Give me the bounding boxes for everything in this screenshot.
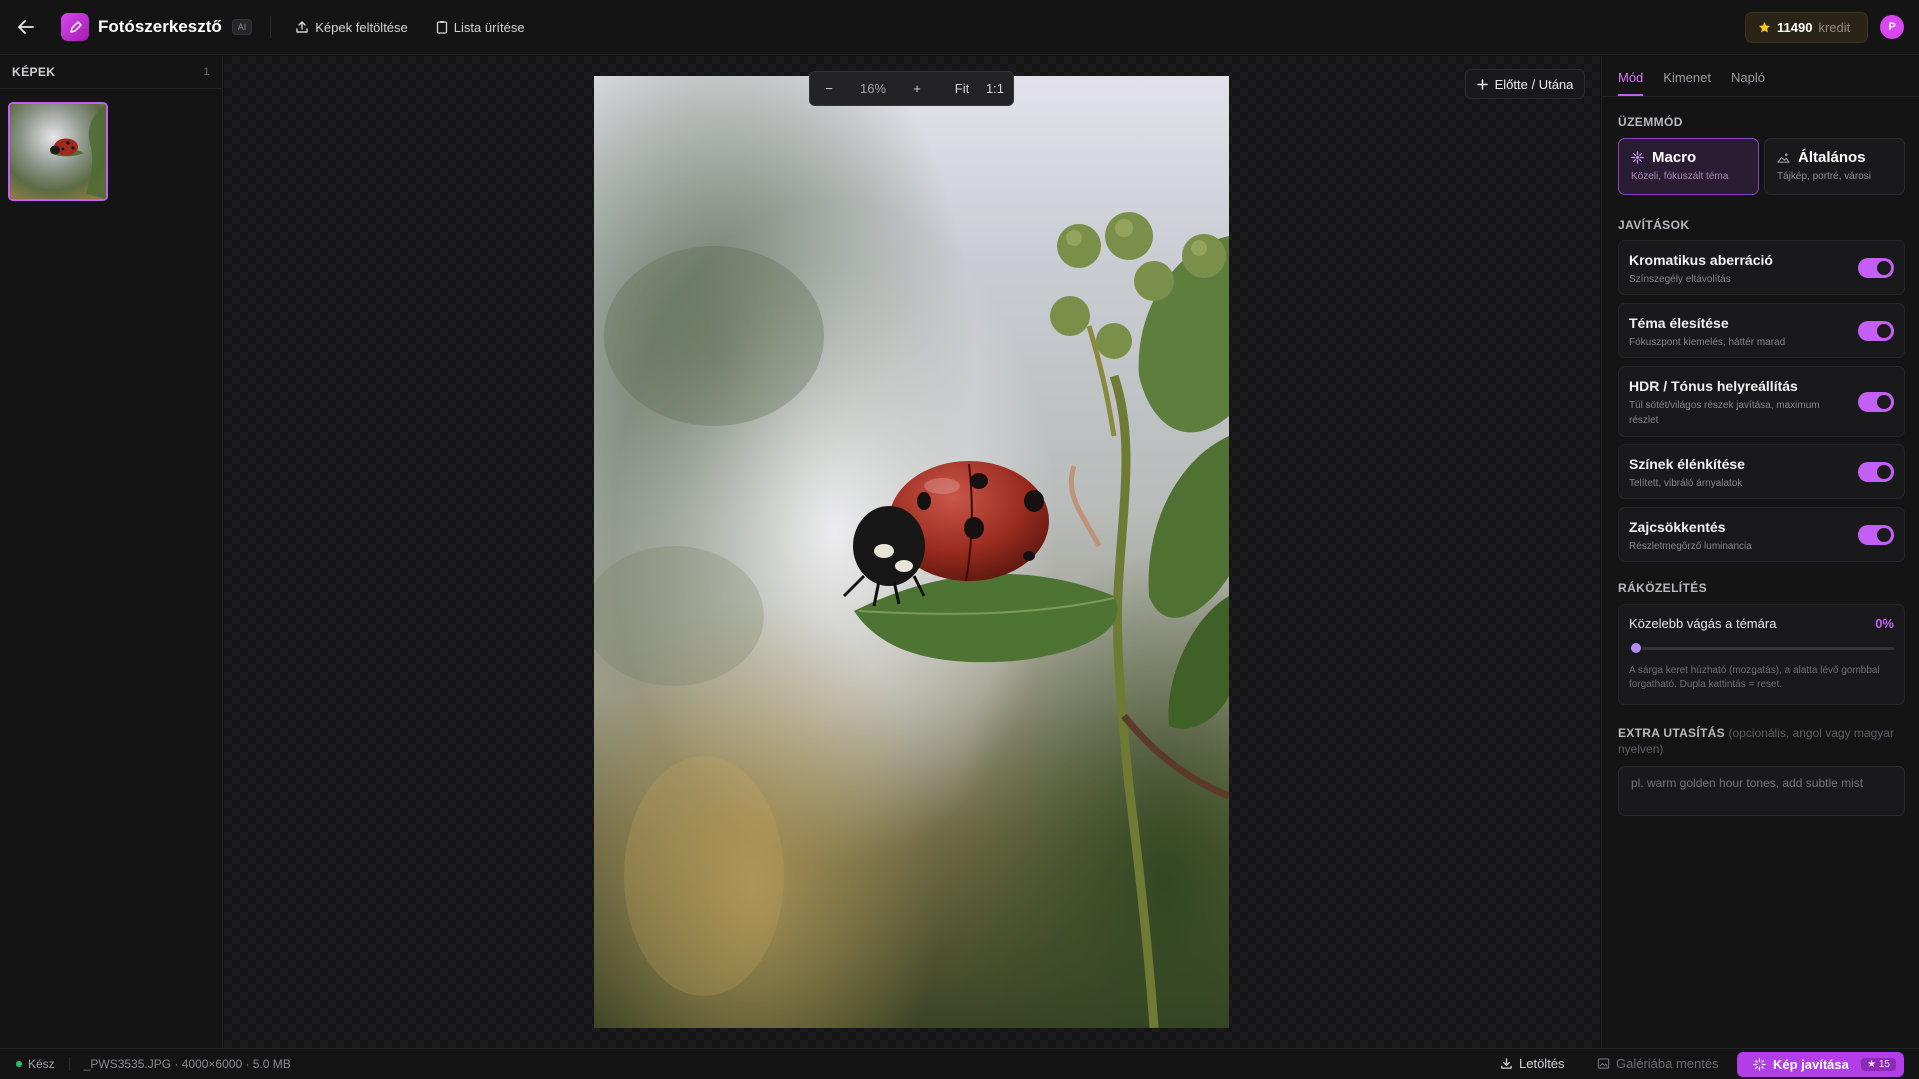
download-button[interactable]: Letöltés bbox=[1500, 1056, 1565, 1071]
user-avatar[interactable]: P bbox=[1880, 15, 1904, 39]
fix-title: Kromatikus aberráció bbox=[1629, 252, 1773, 268]
zoom-in-button[interactable]: + bbox=[902, 81, 932, 96]
fix-title: Téma élesítése bbox=[1629, 315, 1729, 331]
fit-button[interactable]: Fit bbox=[944, 81, 980, 96]
fix-chromatic-aberration: Kromatikus aberráció Színszegély eltávol… bbox=[1618, 240, 1905, 295]
tab-log[interactable]: Napló bbox=[1731, 70, 1765, 96]
toggle-hdr-tone[interactable] bbox=[1858, 391, 1894, 412]
top-bar: Fotószerkesztő AI Képek feltöltése Lista… bbox=[0, 0, 1919, 55]
crop-zoom-card: Közelebb vágás a témára 0% A sárga keret… bbox=[1618, 604, 1905, 705]
credits-label: kredit bbox=[1818, 20, 1851, 35]
toggle-noise-reduction[interactable] bbox=[1858, 524, 1894, 545]
crop-zoom-slider[interactable] bbox=[1629, 641, 1894, 655]
extra-instruction-label: EXTRA UTASÍTÁS bbox=[1618, 726, 1725, 740]
star-icon bbox=[1758, 21, 1771, 33]
landscape-icon bbox=[1777, 153, 1790, 163]
before-after-label: Előtte / Utána bbox=[1494, 76, 1574, 92]
extra-instruction-title: EXTRA UTASÍTÁS (opcionális, angol vagy m… bbox=[1618, 725, 1908, 757]
sparkle-icon bbox=[1753, 1058, 1766, 1071]
arrow-left-icon bbox=[18, 20, 34, 34]
images-panel: KÉPEK 1 bbox=[0, 56, 223, 1048]
mode-macro-title: Macro bbox=[1652, 149, 1697, 166]
back-button[interactable] bbox=[13, 14, 39, 40]
clear-list-button[interactable]: Lista ürítése bbox=[436, 20, 525, 35]
ladybug-photo bbox=[594, 76, 1229, 1028]
toggle-subject-sharpening[interactable] bbox=[1858, 320, 1894, 341]
images-panel-title: KÉPEK bbox=[12, 65, 56, 79]
improve-image-label: Kép javítása bbox=[1773, 1057, 1849, 1072]
status-bar: Kész _PWS3535.JPG · 4000×6000 · 5.0 MB L… bbox=[0, 1048, 1919, 1079]
mode-general-card[interactable]: Általános Tájkép, portré, városi bbox=[1764, 138, 1905, 195]
mode-macro-subtitle: Közeli, fókuszált téma bbox=[1631, 171, 1729, 182]
tab-output[interactable]: Kimenet bbox=[1663, 70, 1711, 96]
toggle-vibrance[interactable] bbox=[1858, 461, 1894, 482]
fix-subtitle: Részletmegőrző luminancia bbox=[1629, 541, 1752, 552]
file-info: _PWS3535.JPG · 4000×6000 · 5.0 MB bbox=[83, 1057, 291, 1071]
fix-title: Színek élénkítése bbox=[1629, 456, 1745, 472]
crop-zoom-slider-thumb[interactable] bbox=[1629, 641, 1643, 655]
tab-mode[interactable]: Mód bbox=[1618, 70, 1644, 96]
zoom-level: 16% bbox=[859, 81, 887, 96]
clear-list-label: Lista ürítése bbox=[453, 19, 525, 35]
before-after-button[interactable]: Előtte / Utána bbox=[1465, 69, 1585, 99]
ladybug-thumbnail-image bbox=[10, 104, 106, 199]
mode-general-subtitle: Tájkép, portré, városi bbox=[1777, 171, 1871, 182]
image-thumbnail[interactable] bbox=[8, 102, 108, 201]
ai-badge: AI bbox=[231, 19, 253, 35]
plus-icon bbox=[1476, 78, 1488, 90]
zoom-out-button[interactable]: − bbox=[814, 81, 844, 96]
save-to-gallery-label: Galériába mentés bbox=[1616, 1056, 1719, 1071]
fix-title: Zajcsökkentés bbox=[1629, 519, 1726, 535]
save-to-gallery-button[interactable]: Galériába mentés bbox=[1597, 1056, 1719, 1071]
fix-subtitle: Telített, vibráló árnyalatok bbox=[1629, 478, 1743, 489]
fix-hdr-tone: HDR / Tónus helyreállítás Túl sötét/vilá… bbox=[1618, 366, 1905, 437]
credits-value: 11490 bbox=[1777, 20, 1813, 35]
improve-image-button[interactable]: Kép javítása ★ 15 bbox=[1737, 1052, 1904, 1077]
status-text: Kész bbox=[28, 1057, 55, 1071]
images-count: 1 bbox=[203, 66, 210, 78]
upload-images-button[interactable]: Képek feltöltése bbox=[295, 20, 408, 35]
fix-subject-sharpening: Téma élesítése Fókuszpont kiemelés, hátt… bbox=[1618, 303, 1905, 358]
fix-vibrance: Színek élénkítése Telített, vibráló árny… bbox=[1618, 444, 1905, 499]
fixes-section-title: JAVÍTÁSOK bbox=[1618, 218, 1690, 232]
image-icon bbox=[1597, 1058, 1610, 1069]
upload-icon bbox=[296, 21, 308, 33]
mode-macro-card[interactable]: Macro Közeli, fókuszált téma bbox=[1618, 138, 1759, 195]
extra-instruction-input[interactable] bbox=[1618, 766, 1905, 816]
toolbar-divider bbox=[270, 16, 272, 38]
status-divider bbox=[68, 1057, 70, 1071]
zoom-toolbar: − 16% + Fit 1:1 bbox=[809, 71, 1014, 106]
crop-zoom-value: 0% bbox=[1875, 616, 1894, 631]
image-canvas[interactable]: − 16% + Fit 1:1 Előtte / Utána bbox=[224, 56, 1600, 1048]
actual-size-button[interactable]: 1:1 bbox=[980, 81, 1010, 96]
photo-preview[interactable] bbox=[594, 76, 1229, 1028]
settings-tabs: Mód Kimenet Napló bbox=[1602, 56, 1919, 97]
upload-images-label: Képek feltöltése bbox=[315, 19, 408, 35]
crop-zoom-label: Közelebb vágás a témára bbox=[1629, 616, 1777, 631]
app-logo bbox=[61, 13, 89, 41]
credits-indicator[interactable]: 11490 kredit bbox=[1745, 12, 1868, 43]
download-icon bbox=[1501, 1058, 1512, 1069]
app-title: Fotószerkesztő bbox=[98, 17, 222, 36]
zoom-section-title: RÁKÖZELÍTÉS bbox=[1618, 581, 1708, 595]
toggle-chromatic-aberration[interactable] bbox=[1858, 257, 1894, 278]
fix-subtitle: Fókuszpont kiemelés, háttér marad bbox=[1629, 337, 1786, 348]
fix-subtitle: Túl sötét/világos részek javítása, maxim… bbox=[1629, 400, 1820, 426]
credit-cost-badge: ★ 15 bbox=[1861, 1058, 1896, 1071]
mode-general-title: Általános bbox=[1798, 149, 1866, 166]
clipboard-icon bbox=[436, 21, 447, 34]
fix-subtitle: Színszegély eltávolítás bbox=[1629, 274, 1731, 285]
crop-zoom-hint: A sárga keret húzható (mozgatás), a alat… bbox=[1629, 665, 1880, 690]
fix-noise-reduction: Zajcsökkentés Részletmegőrző luminancia bbox=[1618, 507, 1905, 562]
settings-panel: Mód Kimenet Napló ÜZEMMÓD Macro Közeli, … bbox=[1601, 56, 1919, 1048]
status-indicator-dot bbox=[16, 1061, 22, 1067]
mode-section-title: ÜZEMMÓD bbox=[1618, 115, 1683, 129]
pencil-icon bbox=[69, 20, 82, 33]
fix-title: HDR / Tónus helyreállítás bbox=[1629, 378, 1798, 394]
download-label: Letöltés bbox=[1519, 1056, 1565, 1071]
flower-icon bbox=[1631, 151, 1644, 164]
images-panel-header: KÉPEK 1 bbox=[0, 56, 222, 89]
